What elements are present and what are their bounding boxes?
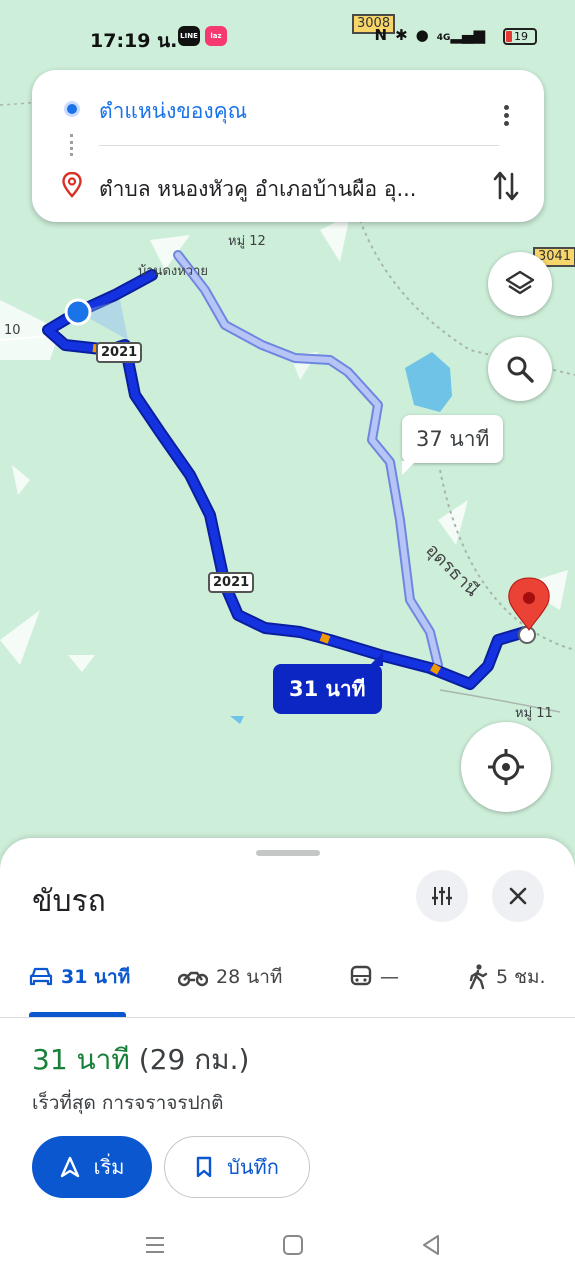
tune-icon — [432, 887, 452, 905]
system-nav-bar — [0, 1226, 575, 1266]
current-location-dot — [64, 298, 92, 326]
nfc-icon: N — [374, 26, 388, 44]
route-distance: (29 กม.) — [138, 1043, 250, 1076]
main-route-eta[interactable]: 31 นาที — [273, 652, 383, 714]
place-label: หมู่ 12 — [228, 234, 266, 249]
destination-pin-icon — [62, 172, 82, 198]
lazada-app-icon: laz — [205, 26, 227, 46]
start-label: เริ่ม — [93, 1155, 125, 1179]
location-icon: ● — [415, 26, 429, 44]
place-label: หมู่ 11 — [515, 706, 553, 721]
start-button[interactable]: เริ่ม — [32, 1136, 152, 1198]
route-shield: 2021 — [208, 572, 255, 593]
route-shield: 2021 — [96, 342, 143, 363]
layers-icon — [505, 270, 535, 295]
place-label: บ้านดงหวาย — [138, 264, 209, 279]
route-connector — [70, 134, 74, 156]
directions-card: ตำแหน่งของคุณ ตำบล หนองหัวคู อำเภอบ้านผื… — [32, 70, 544, 222]
my-location-button[interactable] — [461, 722, 551, 812]
menu-icon[interactable] — [144, 1234, 166, 1256]
route-summary: 31 นาที (29 กม.) — [32, 1038, 249, 1082]
crosshair-icon — [488, 749, 524, 785]
tab-walk-label: 5 ชม. — [496, 966, 546, 988]
origin-field[interactable]: ตำแหน่งของคุณ — [99, 95, 247, 128]
tab-walk[interactable]: 5 ชม. — [468, 962, 546, 992]
navigation-arrow-icon — [60, 1156, 79, 1178]
status-time: 17:19 น. — [90, 30, 178, 52]
sheet-drag-handle[interactable] — [256, 850, 320, 856]
layers-button[interactable] — [488, 252, 552, 316]
back-icon[interactable] — [420, 1234, 442, 1256]
save-label: บันทึก — [227, 1155, 279, 1179]
search-button[interactable] — [488, 337, 552, 401]
place-label: 10 — [4, 323, 21, 338]
save-button[interactable]: บันทึก — [164, 1136, 310, 1198]
origin-dot-icon — [64, 101, 80, 117]
route-subtitle: เร็วที่สุด การจราจรปกติ — [32, 1092, 224, 1114]
origin-row[interactable]: ตำแหน่งของคุณ — [32, 78, 544, 138]
directions-sheet: ขับรถ 31 นาที 28 นาที — 5 ชม. 31 นาที (2… — [0, 838, 575, 1280]
train-icon — [350, 965, 372, 986]
tab-transit[interactable]: — — [350, 962, 399, 992]
line-app-icon: LINE — [178, 26, 200, 46]
destination-field[interactable]: ตำบล หนองหัวคู อำเภอบ้านผือ อุ... — [99, 173, 416, 206]
bluetooth-icon: ✱ — [395, 26, 408, 44]
tab-motorcycle[interactable]: 28 นาที — [178, 962, 282, 992]
sheet-title: ขับรถ — [32, 884, 106, 919]
swap-icon[interactable] — [492, 168, 520, 204]
signal-icon: 4G▂▄▆ — [436, 26, 485, 44]
motorcycle-icon — [178, 971, 208, 987]
status-icons: N ✱ ● 4G▂▄▆ — [375, 26, 486, 44]
search-icon — [507, 356, 534, 383]
tab-transit-label: — — [380, 966, 399, 988]
tab-motorcycle-label: 28 นาที — [216, 966, 283, 988]
status-bar: 17:19 น. LINE laz N ✱ ● 4G▂▄▆ 19 — [0, 22, 575, 52]
travel-mode-tabs: 31 นาที 28 นาที — 5 ชม. — [0, 948, 575, 1018]
active-tab-indicator — [29, 1012, 126, 1017]
car-icon — [29, 967, 53, 986]
destination-row[interactable]: ตำบล หนองหัวคู อำเภอบ้านผือ อุ... — [32, 156, 544, 216]
close-button[interactable] — [492, 870, 544, 922]
tab-drive[interactable]: 31 นาที — [29, 962, 130, 992]
walk-icon — [469, 964, 488, 990]
tab-drive-label: 31 นาที — [61, 966, 131, 988]
route-options-button[interactable] — [416, 870, 468, 922]
alt-route-eta[interactable]: 37 นาที — [402, 415, 504, 475]
home-icon[interactable] — [282, 1234, 304, 1256]
bookmark-icon — [196, 1156, 212, 1178]
battery-icon: 19 — [503, 28, 537, 45]
divider — [99, 145, 499, 146]
route-duration: 31 นาที — [32, 1043, 130, 1076]
close-icon — [509, 887, 527, 905]
more-options-button[interactable] — [496, 102, 516, 132]
